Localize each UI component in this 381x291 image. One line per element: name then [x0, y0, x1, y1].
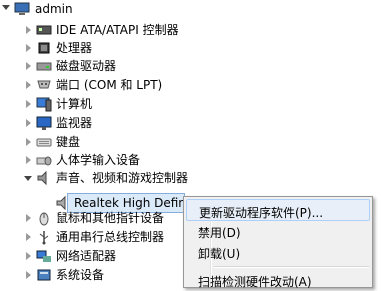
tree-node-label: 计算机 — [56, 97, 93, 111]
computer-icon — [36, 97, 52, 112]
tree-node-label: 端口 (COM 和 LPT) — [56, 78, 163, 92]
processor-icon — [38, 42, 50, 54]
tree-node-label: 鼠标和其他指针设备 — [56, 211, 165, 225]
expand-arrow-icon[interactable] — [26, 62, 31, 70]
menu-item-uninstall[interactable]: 卸载(U) — [186, 241, 370, 263]
expand-arrow-icon[interactable] — [26, 100, 31, 108]
ide-controller-icon — [36, 25, 52, 35]
tree-node-label: 声音、视频和游戏控制器 — [56, 171, 189, 185]
expand-arrow-icon[interactable] — [26, 119, 31, 127]
expand-arrow-icon[interactable] — [26, 26, 31, 34]
port-icon — [37, 80, 51, 89]
collapse-arrow-icon[interactable] — [2, 5, 10, 10]
system-device-icon — [37, 269, 51, 281]
expand-arrow-icon[interactable] — [26, 252, 31, 260]
usb-icon — [39, 231, 49, 245]
expand-arrow-icon[interactable] — [26, 156, 31, 164]
tree-node-label: 磁盘驱动器 — [56, 59, 117, 73]
menu-item-label: 卸载(U) — [198, 247, 241, 261]
menu-separator — [214, 266, 369, 268]
expand-arrow-icon[interactable] — [26, 271, 31, 279]
expand-arrow-icon[interactable] — [26, 81, 31, 89]
expand-arrow-icon[interactable] — [26, 138, 31, 146]
tree-node-sound[interactable]: 声音、视频和游戏控制器 — [0, 167, 381, 189]
computer-root-icon — [14, 2, 30, 15]
tree-node-label: 键盘 — [56, 135, 81, 149]
mouse-icon — [39, 212, 49, 226]
expand-arrow-icon[interactable] — [26, 214, 31, 222]
disk-drive-icon — [36, 62, 52, 71]
sound-icon — [37, 170, 47, 186]
menu-item-label: 禁用(D) — [198, 226, 241, 240]
collapse-arrow-icon[interactable] — [24, 176, 32, 181]
expand-arrow-icon[interactable] — [26, 44, 31, 52]
context-menu: 更新驱动程序软件(P)... 禁用(D) 卸载(U) 扫描检测硬件改动(A) — [183, 196, 373, 291]
tree-node-label: IDE ATA/ATAPI 控制器 — [56, 23, 179, 37]
tree-node-label: 监视器 — [56, 116, 93, 130]
tree-node-label: 通用串行总线控制器 — [56, 230, 165, 244]
menu-item-label: 更新驱动程序软件(P)... — [199, 206, 324, 220]
menu-item-disable[interactable]: 禁用(D) — [186, 220, 370, 242]
menu-item-update-driver[interactable]: 更新驱动程序软件(P)... — [186, 199, 370, 221]
hid-icon — [36, 156, 52, 166]
expand-arrow-icon[interactable] — [26, 233, 31, 241]
monitor-icon — [36, 116, 52, 130]
tree-node-label: 处理器 — [56, 41, 93, 55]
tree-node-label: 人体学输入设备 — [56, 153, 141, 167]
tree-root-label: admin — [35, 2, 73, 16]
network-adapter-icon — [36, 250, 51, 262]
tree-root[interactable]: admin — [0, 0, 381, 20]
tree-node-label: 网络适配器 — [56, 249, 117, 263]
keyboard-icon — [36, 138, 52, 147]
tree-node-label: 系统设备 — [56, 268, 105, 282]
menu-item-scan-hardware[interactable]: 扫描检测硬件改动(A) — [186, 269, 370, 291]
